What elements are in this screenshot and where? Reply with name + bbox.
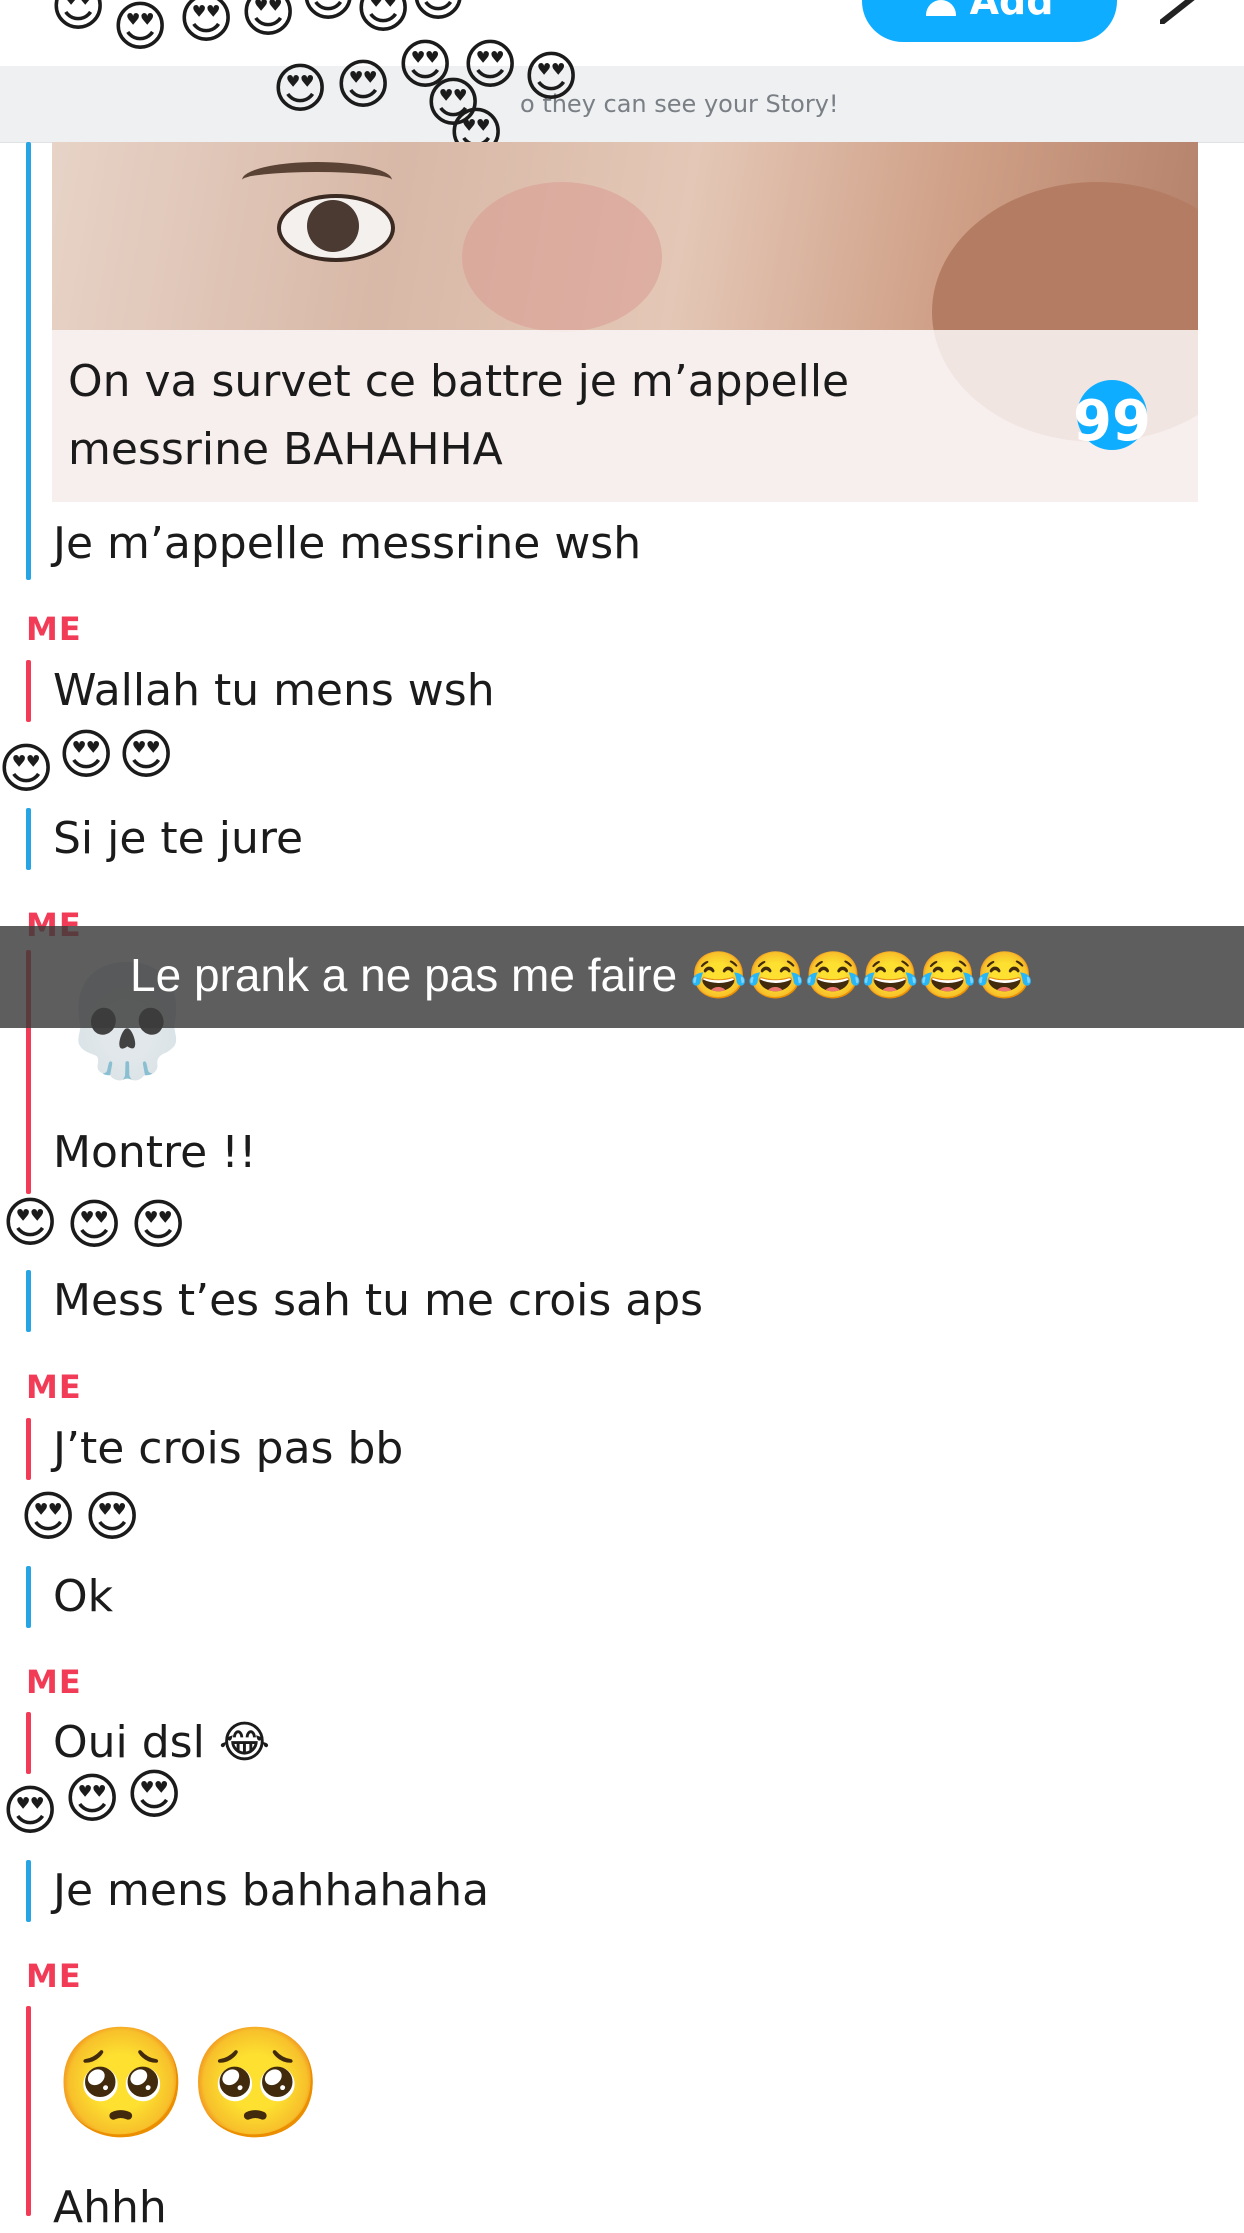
message-text: Si je te jure xyxy=(53,813,304,864)
heart-eyes-sticker: 😍 xyxy=(2,1779,59,1842)
message-text: Mess t’es sah tu me crois aps xyxy=(53,1275,704,1326)
sender-label-me: ME xyxy=(26,1368,82,1406)
heart-eyes-sticker: 😍 xyxy=(50,0,107,38)
story-banner[interactable]: o they can see your Story! xyxy=(0,66,1244,143)
pleading-emoji-message: 🥺🥺 xyxy=(54,2021,323,2146)
caption-overlay: Le prank a ne pas me faire 😂😂😂😂😂😂 xyxy=(0,926,1244,1028)
heart-eyes-sticker: 😍 xyxy=(84,1485,141,1548)
heart-eyes-sticker: 😍 xyxy=(410,0,466,24)
friend-message-bar xyxy=(26,142,31,580)
me-message-bar xyxy=(26,1712,31,1774)
story-thumbnail xyxy=(52,142,1198,442)
add-friend-button[interactable]: Add xyxy=(862,0,1117,42)
friend-message-bar xyxy=(26,1270,31,1332)
friend-message-bar xyxy=(26,1860,31,1922)
sender-label-me: ME xyxy=(26,610,82,648)
heart-eyes-sticker: 😍 xyxy=(2,1191,59,1254)
heart-eyes-sticker: 😍 xyxy=(58,723,115,786)
heart-eyes-sticker: 😍 xyxy=(355,0,412,40)
message-text: Oui dsl 😂 xyxy=(53,1717,271,1768)
pencil-icon[interactable] xyxy=(1160,0,1202,24)
heart-eyes-sticker: 😍 xyxy=(272,57,329,120)
message-text: Je m’appelle messrine wsh xyxy=(53,518,642,569)
me-message-bar xyxy=(26,1418,31,1480)
quote-icon: 99 xyxy=(1073,380,1151,450)
message-text: Wallah tu mens wsh xyxy=(53,665,495,716)
sender-label-me: ME xyxy=(26,1957,82,1995)
heart-eyes-sticker: 😍 xyxy=(523,45,580,108)
heart-eyes-sticker: 😍 xyxy=(118,723,175,786)
heart-eyes-sticker: 😍 xyxy=(335,53,392,116)
heart-eyes-sticker: 😍 xyxy=(20,1485,77,1548)
heart-eyes-sticker: 😍 xyxy=(240,0,297,44)
message-text: J’te crois pas bb xyxy=(53,1423,404,1474)
caption-text: Le prank a ne pas me faire 😂😂😂😂😂😂 xyxy=(130,949,1034,1001)
quoted-story-reply[interactable]: On va survet ce battre je m’appelle mess… xyxy=(52,142,1198,502)
me-message-bar xyxy=(26,2006,31,2216)
quote-caption: On va survet ce battre je m’appelle mess… xyxy=(52,330,1198,502)
heart-eyes-sticker: 😍 xyxy=(64,1767,121,1830)
message-text: Ok xyxy=(53,1571,114,1622)
friend-message-bar xyxy=(26,808,31,870)
add-friend-icon xyxy=(925,0,956,16)
heart-eyes-sticker: 😍 xyxy=(112,0,169,58)
heart-eyes-sticker: 😍 xyxy=(178,0,235,50)
heart-eyes-sticker: 😍 xyxy=(0,737,55,800)
add-button-label: Add xyxy=(969,0,1054,23)
sender-label-me: ME xyxy=(26,1663,82,1701)
heart-eyes-sticker: 😍 xyxy=(300,0,356,24)
quote-line-1: On va survet ce battre je m’appelle xyxy=(68,356,850,407)
me-message-bar xyxy=(26,660,31,722)
message-text: Montre !! xyxy=(53,1127,257,1178)
heart-eyes-sticker: 😍 xyxy=(126,1763,183,1826)
message-text: Je mens bahhahaha xyxy=(53,1865,490,1916)
heart-eyes-sticker: 😍 xyxy=(130,1193,187,1256)
quote-line-2: messrine BAHAHHA xyxy=(68,424,503,475)
message-text: Ahhh xyxy=(53,2182,167,2233)
heart-eyes-sticker: 😍 xyxy=(66,1193,123,1256)
friend-message-bar xyxy=(26,1566,31,1628)
